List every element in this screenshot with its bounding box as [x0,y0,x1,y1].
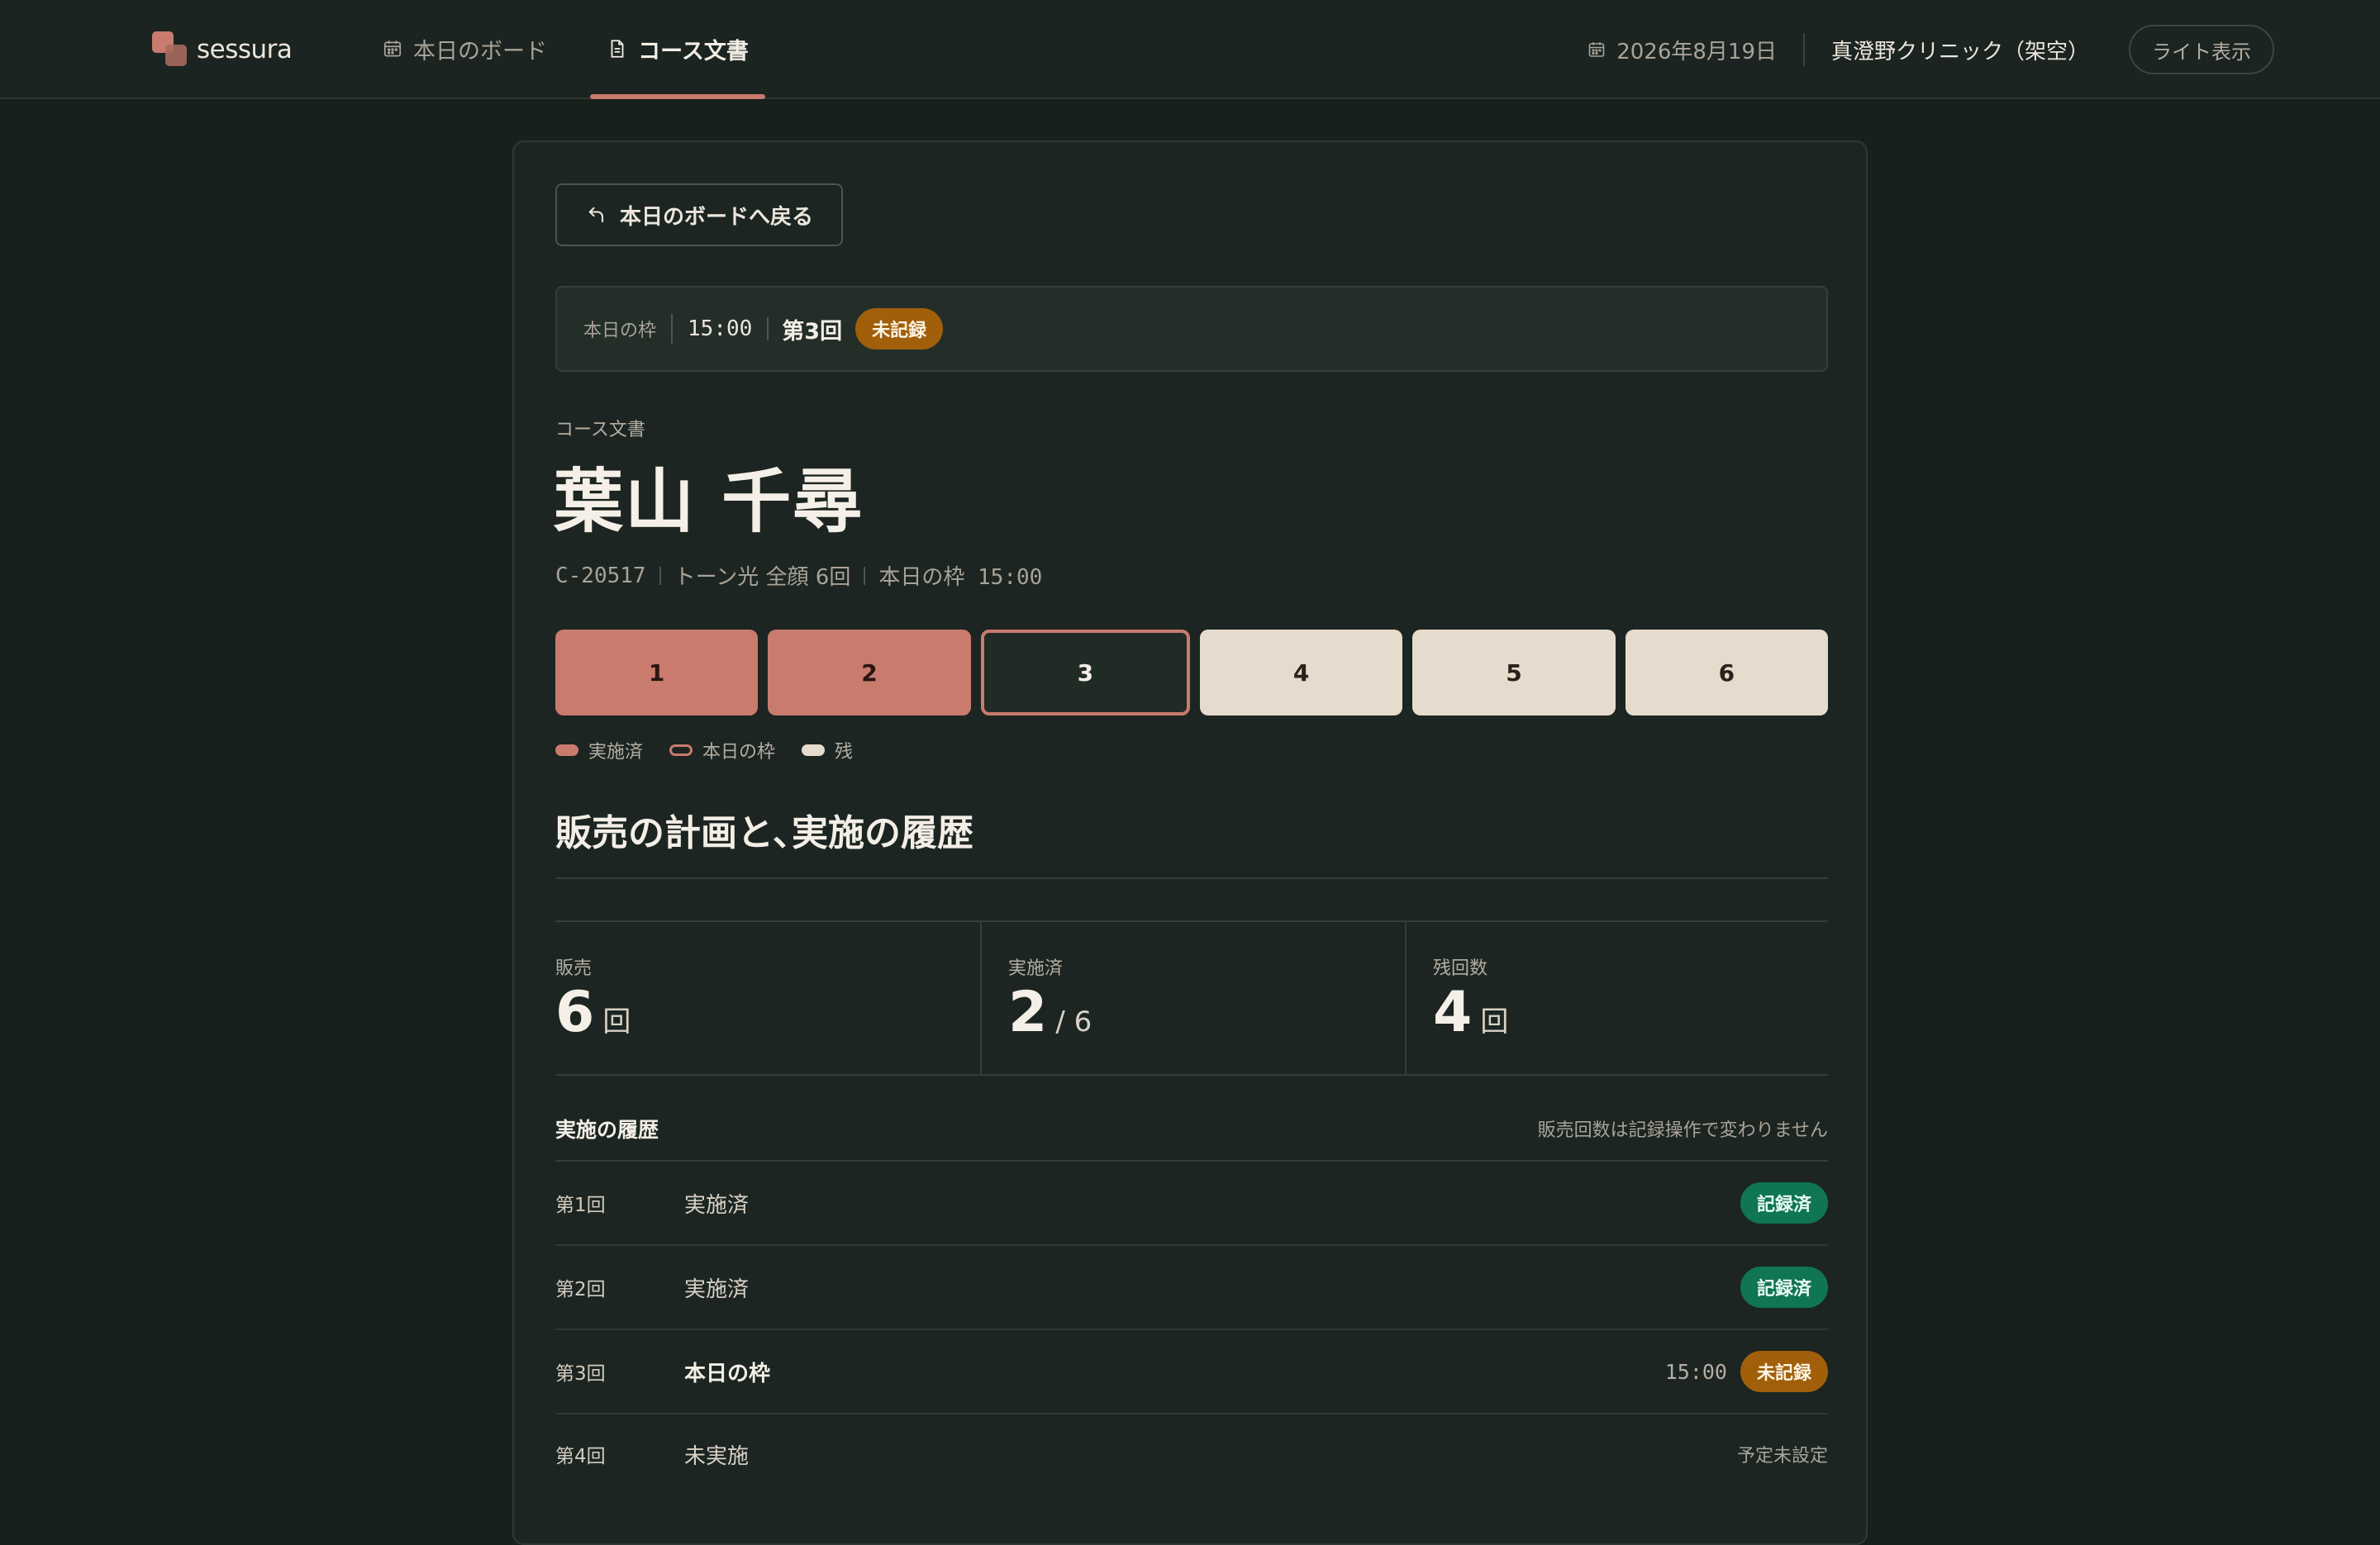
recorded-badge: 記録済 [1740,1267,1828,1308]
nav-tab-docs-label: コース文書 [638,38,749,64]
row-time: 15:00 [1664,1359,1727,1384]
history-row[interactable]: 第2回 実施済 記録済 [555,1246,1828,1330]
light-mode-button[interactable]: ライト表示 [2129,25,2274,74]
history-note: 販売回数は記録操作で変わりません [1537,1120,1828,1141]
app-logo[interactable]: sessura [152,31,293,68]
row-session-number: 第1回 [555,1195,606,1216]
history-header: 実施の履歴 販売回数は記録操作で変わりません [555,1101,1828,1162]
row-session-number: 第3回 [555,1363,606,1385]
session-chip[interactable]: 5 [1412,630,1616,715]
nav-tab-docs[interactable]: コース文書 [590,0,765,99]
row-session-number: 第4回 [555,1446,606,1467]
legend-swatch [669,744,693,756]
history-row-today[interactable]: 第3回 本日の枠 15:00 未記録 [555,1330,1828,1414]
legend-done-label: 実施済 [588,742,644,763]
slot-time: 15:00 [673,316,769,341]
stat-value: 6 [555,980,595,1045]
logo-mark-icon [152,31,188,68]
recorded-badge: 記録済 [1740,1182,1828,1224]
row-schedule-note: 予定未設定 [1736,1446,1828,1467]
top-bar: sessura 本日のボード コース文書 2026年8月19日 真澄野クリニック… [0,0,2380,99]
section-title: 販売の計画と､実施の履歴 [555,803,1828,879]
legend-today-label: 本日の枠 [702,742,776,763]
patient-name: 葉山 千尋 [554,461,864,542]
nav-tab-board-label: 本日のボード [413,38,547,64]
calendar-icon [1588,42,1605,57]
legend-remaining-label: 残 [835,742,854,763]
back-arrow-icon [588,207,604,223]
session-chip[interactable]: 4 [1199,630,1403,715]
current-date: 2026年8月19日 [1587,33,1805,66]
stat-value: 4 [1433,980,1473,1045]
session-chip[interactable]: 6 [1625,630,1828,715]
session-chip-today[interactable]: 3 [980,630,1190,715]
row-session-number: 第2回 [555,1279,606,1300]
row-status: 実施済 [684,1192,750,1218]
course-slot: 本日の枠 15:00 [878,565,1043,590]
slot-session-count: 第3回 [782,318,843,345]
stat-label: 残回数 [1433,958,1488,979]
legend-remaining: 残 [802,737,853,763]
header-right: 2026年8月19日 真澄野クリニック（架空） ライト表示 [1587,25,2274,74]
stat-sold: 販売 6 回 [555,922,980,1074]
slot-label: 本日の枠 [583,314,674,344]
row-status: 未実施 [684,1443,750,1469]
stat-value: 2 [1008,980,1048,1045]
stat-done: 実施済 2 / 6 [980,922,1405,1074]
course-stats: 販売 6 回 実施済 2 / 6 残回数 4 回 [555,920,1828,1076]
legend-done: 実施済 [555,737,643,763]
row-status: 実施済 [684,1276,750,1302]
course-name: トーン光 全顔 6回 [674,565,851,590]
session-chip[interactable]: 2 [768,630,971,715]
nav-tab-board[interactable]: 本日のボード [382,0,547,97]
today-slot-bar: 本日の枠 15:00 第3回 未記録 [555,286,1828,372]
session-legend: 実施済 本日の枠 残 [555,737,853,763]
stat-label: 販売 [555,958,593,979]
back-to-board-button[interactable]: 本日のボードへ戻る [555,183,844,246]
legend-today: 本日の枠 [669,737,775,763]
stat-label: 実施済 [1008,958,1064,979]
session-chip[interactable]: 1 [555,630,759,715]
app-name: sessura [197,35,293,64]
legend-swatch [802,744,826,756]
current-date-text: 2026年8月19日 [1616,39,1777,64]
unrecorded-badge: 未記録 [1740,1351,1828,1392]
clinic-name: 真澄野クリニック（架空） [1830,39,2089,64]
history-title: 実施の履歴 [555,1118,659,1142]
doc-eyebrow: コース文書 [555,420,645,440]
document-icon [611,40,624,58]
stat-remaining: 残回数 4 回 [1405,922,1828,1074]
row-status: 本日の枠 [684,1361,771,1386]
course-document-card: 本日のボードへ戻る 本日の枠 15:00 第3回 未記録 コース文書 葉山 千尋… [512,140,1868,1545]
session-track: 1 2 3 4 5 6 [555,630,1828,715]
course-id: C-20517 [555,563,646,588]
legend-swatch [555,744,578,756]
stat-unit: 回 [1480,1005,1509,1039]
stat-unit: 回 [602,1005,631,1039]
stat-unit: / 6 [1055,1005,1092,1039]
slot-status-badge: 未記録 [855,308,944,349]
course-meta: C-20517 トーン光 全顔 6回 本日の枠 15:00 [555,560,1042,591]
calendar-icon [383,40,402,57]
history-row[interactable]: 第1回 実施済 記録済 [555,1162,1828,1246]
back-to-board-label: 本日のボードへ戻る [620,204,814,230]
history-row[interactable]: 第4回 未実施 予定未設定 [555,1414,1828,1494]
